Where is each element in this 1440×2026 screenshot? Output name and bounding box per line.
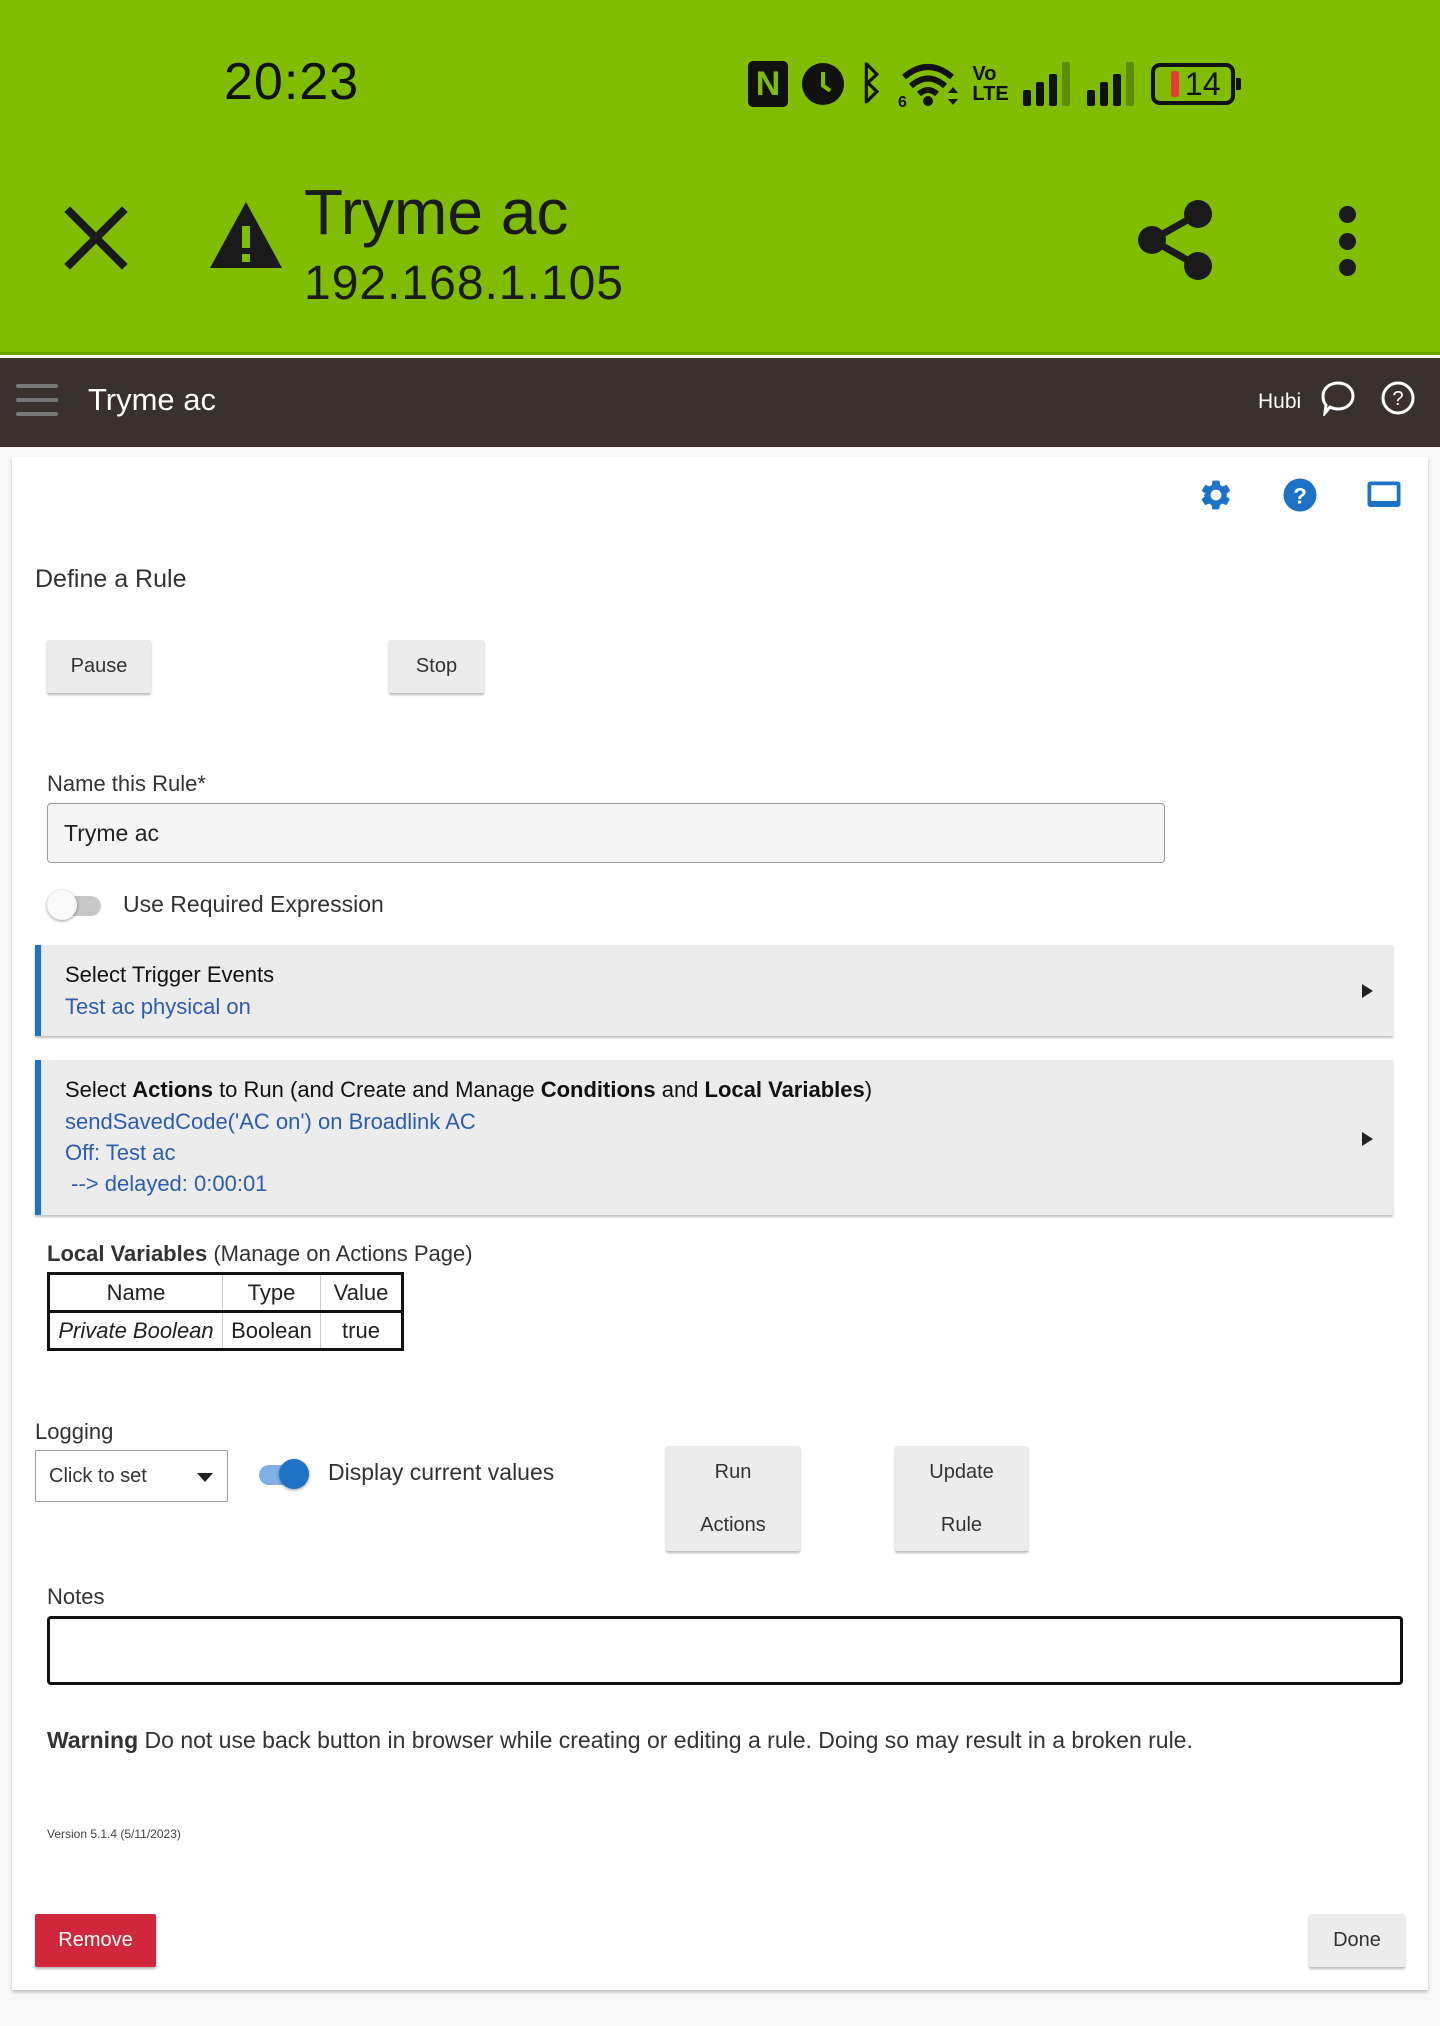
help-icon[interactable]: ?: [1282, 477, 1318, 513]
trigger-title: Select Trigger Events: [65, 962, 275, 987]
actions-title-part: Actions: [132, 1077, 213, 1102]
rule-name-input[interactable]: [47, 803, 1165, 863]
actions-title-part: to Run (and Create and Manage: [212, 1077, 541, 1102]
warning-body: Do not use back button in browser while …: [138, 1727, 1193, 1753]
close-icon[interactable]: [64, 206, 128, 270]
local-variables-heading-bold: Local Variables: [47, 1241, 208, 1266]
remove-button[interactable]: Remove: [35, 1914, 156, 1967]
actions-title-part: and: [655, 1077, 705, 1102]
volte-top: Vo: [972, 63, 997, 85]
variable-type: Boolean: [222, 1311, 321, 1350]
actions-title-part: Local Variables: [704, 1077, 865, 1102]
app-subtitle: 192.168.1.105: [304, 257, 624, 310]
expand-arrow-icon: [1362, 984, 1373, 998]
status-icons: N ᛒ 6 Vo LTE 14: [748, 58, 1241, 110]
warning-message: Warning Do not use back button in browse…: [47, 1727, 1193, 1754]
update-rule-button[interactable]: Update Rule: [895, 1446, 1028, 1551]
wifi6-icon: 6: [898, 61, 959, 107]
actions-title: Select Actions to Run (and Create and Ma…: [65, 1074, 1393, 1106]
actions-title-part: Conditions: [540, 1077, 656, 1102]
logging-selected-value: Click to set: [49, 1464, 147, 1487]
battery-level: 14: [1184, 65, 1221, 102]
signal-icon: [1086, 62, 1137, 106]
svg-text:6: 6: [898, 94, 907, 107]
name-field-label: Name this Rule*: [47, 771, 206, 796]
local-variables-heading: Local Variables (Manage on Actions Page): [47, 1241, 473, 1267]
select-trigger-events[interactable]: Select Trigger Events Test ac physical o…: [35, 945, 1393, 1036]
gear-icon[interactable]: [1198, 477, 1234, 513]
actions-title-part: ): [864, 1077, 873, 1102]
display-icon[interactable]: [1366, 477, 1402, 513]
table-header-row: Name Type Value: [48, 1273, 403, 1312]
select-actions[interactable]: Select Actions to Run (and Create and Ma…: [35, 1060, 1393, 1215]
required-expression-toggle[interactable]: [47, 890, 103, 920]
menu-icon[interactable]: [16, 384, 58, 416]
rule-card: ? Define a Rule Pause Stop Name this Rul…: [12, 457, 1428, 1990]
local-variables-table: Name Type Value Private Boolean Boolean …: [47, 1272, 404, 1351]
logging-label: Logging: [35, 1419, 114, 1444]
section-title: Define a Rule: [35, 565, 187, 593]
toggle-knob: [279, 1459, 309, 1489]
hub-header: Tryme ac Hubi ?: [0, 358, 1440, 447]
button-label: Run: [714, 1460, 752, 1483]
svg-text:?: ?: [1392, 388, 1403, 410]
battery-icon: 14: [1150, 63, 1241, 105]
variable-name: Private Boolean: [48, 1311, 223, 1350]
bluetooth-icon: ᛒ: [858, 59, 885, 108]
signal-icon: [1022, 62, 1073, 106]
column-header: Type: [222, 1273, 321, 1312]
chat-icon[interactable]: [1320, 380, 1356, 416]
android-app-bar: 20:23 N ᛒ 6 Vo LTE 14 Tryme ac 192.168.1…: [0, 0, 1440, 355]
caret-down-icon: [197, 1473, 213, 1482]
done-button[interactable]: Done: [1309, 1914, 1405, 1967]
action-line: Off: Test ac: [65, 1140, 176, 1165]
volte-icon: Vo LTE: [972, 64, 1008, 104]
notes-label: Notes: [47, 1584, 105, 1609]
hub-title: Tryme ac: [88, 382, 217, 417]
more-options-icon[interactable]: [1330, 206, 1364, 276]
version-text: Version 5.1.4 (5/11/2023): [47, 1827, 181, 1841]
toggle-knob: [47, 890, 77, 920]
logging-select[interactable]: Click to set: [35, 1450, 228, 1502]
required-expression-label: Use Required Expression: [123, 891, 384, 917]
nfc-icon: N: [748, 61, 788, 107]
expand-arrow-icon: [1362, 1132, 1373, 1146]
column-header: Value: [320, 1273, 403, 1312]
action-line: sendSavedCode('AC on') on Broadlink AC: [65, 1109, 476, 1134]
display-current-values-toggle[interactable]: [251, 1459, 309, 1489]
hub-name[interactable]: Hubi: [1258, 390, 1301, 414]
alarm-icon: [802, 63, 844, 105]
notes-input[interactable]: [47, 1616, 1403, 1685]
actions-title-part: Select: [65, 1077, 133, 1102]
battery-fill: [1170, 71, 1179, 97]
button-label: Actions: [700, 1513, 766, 1536]
button-label: Rule: [940, 1513, 983, 1536]
local-variables-heading-rest: (Manage on Actions Page): [207, 1241, 473, 1266]
pause-button[interactable]: Pause: [47, 640, 151, 693]
action-line: --> delayed: 0:00:01: [65, 1171, 268, 1196]
warning-icon: [210, 202, 282, 268]
column-header: Name: [48, 1273, 223, 1312]
svg-text:?: ?: [1293, 483, 1307, 508]
display-current-values-label: Display current values: [328, 1459, 555, 1485]
share-icon[interactable]: [1136, 198, 1216, 282]
volte-bottom: LTE: [972, 83, 1009, 105]
table-row: Private Boolean Boolean true: [48, 1311, 403, 1350]
run-actions-button[interactable]: Run Actions: [666, 1446, 800, 1551]
variable-value: true: [320, 1311, 403, 1350]
warning-label: Warning: [47, 1727, 139, 1753]
app-title: Tryme ac: [304, 176, 569, 248]
help-circle-icon[interactable]: ?: [1380, 380, 1416, 416]
stop-button[interactable]: Stop: [389, 640, 484, 693]
status-time: 20:23: [224, 53, 360, 111]
trigger-line: Test ac physical on: [65, 994, 251, 1019]
button-label: Update: [929, 1460, 994, 1483]
